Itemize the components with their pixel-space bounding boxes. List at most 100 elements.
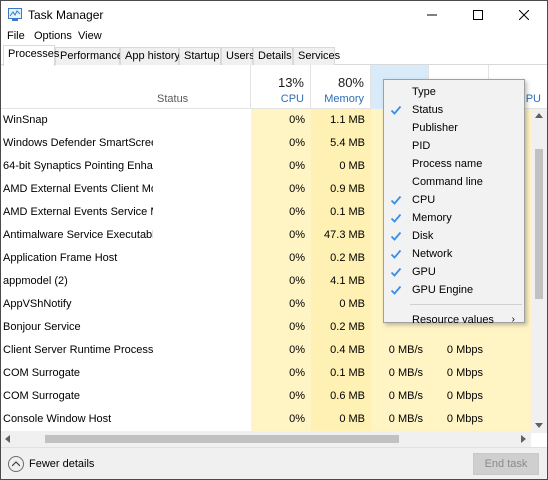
table-row[interactable]: COM Surrogate 0% 0.1 MB 0 MB/s 0 Mbps — [1, 362, 547, 385]
scroll-left-arrow-icon[interactable] — [5, 435, 10, 443]
tab-users[interactable]: Users — [221, 47, 255, 65]
close-button[interactable] — [501, 1, 547, 28]
memory-cell: 0 MB — [339, 298, 365, 310]
column-header-cpu[interactable]: 13% CPU — [251, 65, 311, 109]
cpu-cell: 0% — [289, 367, 305, 379]
checkmark-icon — [390, 267, 402, 277]
network-cell: 0 Mbps — [446, 344, 483, 356]
vertical-scroll-thumb[interactable] — [535, 149, 543, 299]
memory-cell: 0.4 MB — [330, 344, 365, 356]
tab-app-history[interactable]: App history — [120, 47, 180, 65]
memory-cell: 0.9 MB — [330, 183, 365, 195]
process-name-cell: 64-bit Synaptics Pointing Enhan... — [3, 160, 153, 172]
context-menu-item-publisher[interactable]: Publisher — [384, 119, 524, 137]
context-menu-item-status[interactable]: Status — [384, 101, 524, 119]
process-name-cell: Bonjour Service — [3, 321, 81, 333]
table-row[interactable]: Client Server Runtime Process 0% 0.4 MB 0 M… — [1, 339, 547, 362]
cpu-cell: 0% — [289, 413, 305, 425]
fewer-details-link[interactable]: Fewer details — [29, 458, 94, 470]
vertical-scrollbar[interactable] — [531, 109, 547, 433]
tab-startup[interactable]: Startup — [179, 47, 221, 65]
tab-processes[interactable]: Processes — [3, 45, 59, 66]
memory-cell: 1.1 MB — [330, 114, 365, 126]
column-header-status[interactable]: Status — [157, 93, 188, 105]
process-name-cell: Antimalware Service Executable — [3, 229, 153, 241]
cpu-cell: 0% — [289, 114, 305, 126]
end-task-button[interactable]: End task — [473, 453, 539, 475]
tab-details[interactable]: Details — [253, 47, 293, 65]
table-row[interactable]: Console Window Host 0% 0 MB 0 MB/s 0 Mbps — [1, 408, 547, 431]
context-menu-item-resource-values[interactable]: Resource values › — [384, 311, 524, 329]
checkmark-icon — [390, 231, 402, 241]
maximize-icon — [473, 9, 483, 20]
cpu-cell: 0% — [289, 390, 305, 402]
context-menu-label: GPU Engine — [412, 284, 474, 296]
context-menu-label: Type — [412, 86, 436, 98]
minimize-button[interactable] — [409, 1, 455, 28]
memory-cell: 0 MB — [339, 160, 365, 172]
column-header-memory[interactable]: 80% Memory — [311, 65, 371, 109]
disk-cell: 0 MB/s — [388, 344, 423, 356]
disk-cell: 0 MB/s — [388, 367, 423, 379]
context-menu-label: Process name — [412, 158, 483, 170]
submenu-arrow-icon: › — [511, 314, 515, 325]
cpu-cell: 0% — [289, 137, 305, 149]
context-menu-label: Network — [412, 248, 453, 260]
context-menu-item-gpu-engine[interactable]: GPU Engine — [384, 281, 524, 299]
cpu-cell: 0% — [289, 183, 305, 195]
context-menu-separator — [410, 304, 522, 305]
process-name-cell: Application Frame Host — [3, 252, 118, 264]
horizontal-scroll-thumb[interactable] — [45, 435, 399, 443]
maximize-button[interactable] — [455, 1, 501, 28]
context-menu-item-memory[interactable]: Memory — [384, 209, 524, 227]
horizontal-scrollbar[interactable] — [1, 431, 531, 447]
minimize-icon — [427, 14, 437, 15]
cpu-cell: 0% — [289, 321, 305, 333]
context-menu-label: Memory — [412, 212, 452, 224]
process-name-cell: COM Surrogate — [3, 367, 81, 379]
process-name-cell: AMD External Events Client Mo... — [3, 183, 153, 195]
memory-cell: 0.1 MB — [330, 367, 365, 379]
footer-bar: Fewer details End task — [1, 447, 547, 479]
process-name-cell: appmodel (2) — [3, 275, 68, 287]
context-menu-item-pid[interactable]: PID — [384, 137, 524, 155]
memory-cell: 0.2 MB — [330, 252, 365, 264]
checkmark-icon — [390, 285, 402, 295]
table-row[interactable]: COM Surrogate 0% 0.6 MB 0 MB/s 0 Mbps — [1, 385, 547, 408]
context-menu-item-type[interactable]: Type — [384, 83, 524, 101]
context-menu-item-cpu[interactable]: CPU — [384, 191, 524, 209]
network-cell: 0 Mbps — [446, 390, 483, 402]
scroll-right-arrow-icon[interactable] — [521, 435, 526, 443]
context-menu-item-network[interactable]: Network — [384, 245, 524, 263]
cpu-cell: 0% — [289, 344, 305, 356]
scroll-down-arrow-icon[interactable] — [535, 423, 543, 428]
process-name-cell: AMD External Events Service Mo... — [3, 206, 153, 218]
cpu-total-percent: 13% — [277, 75, 304, 90]
menu-options[interactable]: Options — [34, 30, 72, 42]
tab-performance[interactable]: Performance — [55, 47, 123, 65]
tab-bar: Processes Performance App history Startu… — [1, 45, 547, 66]
context-menu-label: GPU — [412, 266, 436, 278]
context-menu-label: CPU — [412, 194, 436, 206]
context-menu-item-process-name[interactable]: Process name — [384, 155, 524, 173]
menu-file[interactable]: File — [7, 30, 25, 42]
network-cell: 0 Mbps — [446, 367, 483, 379]
context-menu-item-gpu[interactable]: GPU — [384, 263, 524, 281]
context-menu-item-disk[interactable]: Disk — [384, 227, 524, 245]
context-menu-item-command-line[interactable]: Command line — [384, 173, 524, 191]
column-header-name-status[interactable]: Status — [1, 65, 251, 109]
close-icon — [519, 9, 529, 20]
process-name-cell: Windows Defender SmartScreen — [3, 137, 153, 149]
memory-cell: 5.4 MB — [330, 137, 365, 149]
menu-view[interactable]: View — [78, 30, 102, 42]
memory-cell: 47.3 MB — [324, 229, 365, 241]
network-cell: 0 Mbps — [446, 413, 483, 425]
tab-services[interactable]: Services — [293, 47, 340, 65]
window-title: Task Manager — [28, 8, 104, 22]
process-name-cell: WinSnap — [3, 114, 48, 126]
disk-cell: 0 MB/s — [388, 390, 423, 402]
fewer-details-toggle[interactable] — [8, 456, 24, 472]
context-menu-label: Command line — [412, 176, 483, 188]
scroll-up-arrow-icon[interactable] — [535, 113, 543, 118]
disk-cell: 0 MB/s — [388, 413, 423, 425]
